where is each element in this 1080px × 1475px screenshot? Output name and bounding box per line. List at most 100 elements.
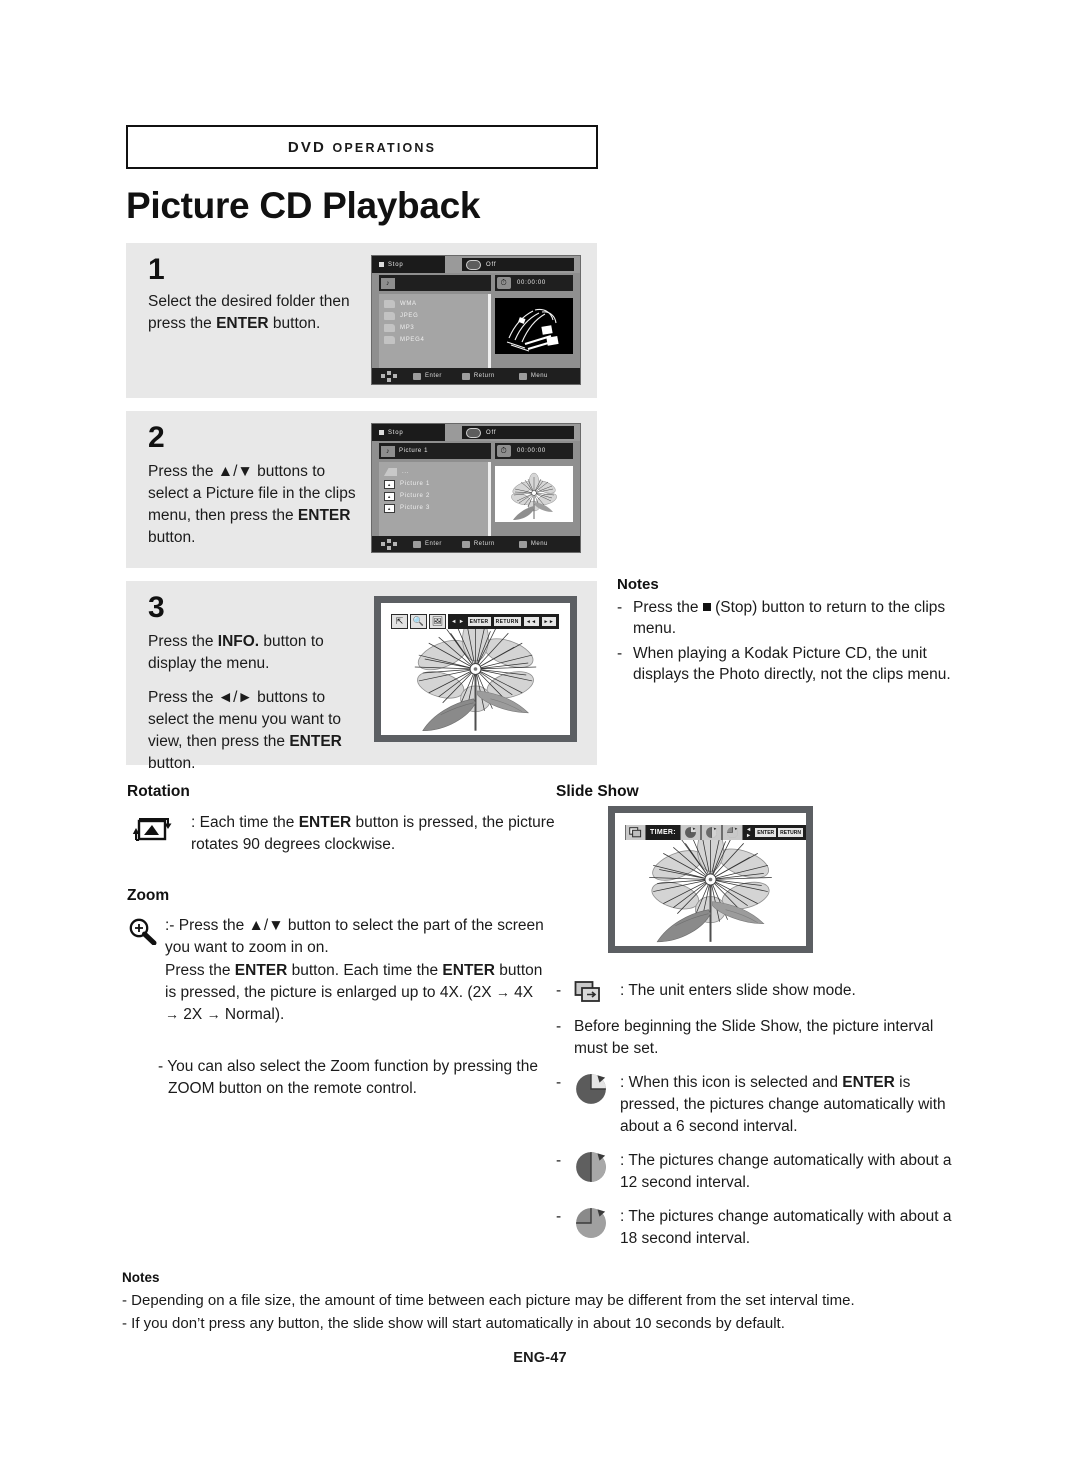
clock-icon: ⏱ [497, 445, 511, 457]
dpad-icon [381, 370, 397, 382]
zoom-icon [129, 918, 157, 946]
notes-title: Notes [122, 1270, 160, 1285]
note-text: - If you don’t press any button, the sli… [122, 1314, 785, 1332]
pie-6s-glyph [685, 827, 696, 838]
slideshow-item-text: : The pictures change automatically with… [620, 1152, 952, 1191]
photo-inner: ⇱ 🔍 🖼 ◄ ► ENTER RETURN ◄◄ ►► [381, 603, 570, 735]
stop-square-icon [702, 603, 711, 611]
step-panel-2: 2 Press the ▲/▼ buttons to select a Pict… [126, 411, 597, 568]
info-overlay-toolbar[interactable]: ⇱ 🔍 🖼 ◄ ► ENTER RETURN ◄◄ ►► [391, 614, 560, 629]
enter-button[interactable]: ENTER [755, 828, 777, 837]
list-item[interactable]: WMA [384, 298, 488, 310]
osd-time-field: ⏱ 00:00:00 [495, 275, 573, 291]
osd-menu-hint[interactable]: Menu [518, 540, 548, 548]
list-item[interactable]: MP3 [384, 322, 488, 334]
timer-6s-icon[interactable] [679, 825, 701, 840]
slideshow-item-text: : The pictures change automatically with… [620, 1208, 952, 1247]
menu-key-icon [518, 540, 527, 548]
return-button[interactable]: RETURN [493, 617, 521, 626]
osd-preview-thumbnail [495, 466, 573, 522]
osd-title-label: Picture 1 [399, 448, 429, 454]
manual-page: DVD OPERATIONS Picture CD Playback 1 Sel… [0, 0, 1080, 1475]
step-2-line: Press the ▲/▼ buttons to select a Pictur… [148, 463, 356, 546]
dpad-icon [381, 538, 397, 550]
enter-key-icon [413, 372, 421, 380]
photo-frame-step3: ⇱ 🔍 🖼 ◄ ► ENTER RETURN ◄◄ ►► [374, 596, 577, 742]
bullet-dash: - [617, 644, 623, 662]
enter-key-icon [413, 540, 421, 548]
zoom-block: :- Press the ▲/▼ button to select the pa… [127, 915, 547, 1027]
step-text-2: Press the ▲/▼ buttons to select a Pictur… [148, 461, 363, 549]
return-key-icon [461, 540, 470, 548]
skip-next-button[interactable]: ►► [541, 617, 557, 626]
rotate-icon[interactable]: ⇱ [391, 614, 408, 629]
list-item[interactable]: ▲ Picture 2 [384, 490, 488, 502]
osd-file-list[interactable]: ... ▲ Picture 1 ▲ Picture 2 ▲ Picture 3 [379, 462, 491, 540]
step-text-3: Press the INFO. button to display the me… [148, 631, 363, 775]
step-1-line: Select the desired folder then press the… [148, 293, 350, 332]
page-footer: ENG-47 [513, 1350, 567, 1366]
slideshow-item: - : The unit enters slide show mode. [556, 980, 956, 1004]
section-header-box: DVD OPERATIONS [126, 125, 598, 169]
note-text: Press the (Stop) button to return to the… [633, 599, 946, 638]
timer-6s-icon [574, 1072, 620, 1106]
skip-prev-button[interactable]: ◄◄ [523, 617, 539, 626]
osd-return-hint[interactable]: Return [461, 540, 495, 548]
slideshow-icon [574, 980, 620, 1004]
note-text: - Depending on a file size, the amount o… [122, 1292, 855, 1309]
list-item[interactable]: ▲ Picture 1 [384, 478, 488, 490]
return-button[interactable]: RETURN [778, 828, 803, 837]
step-3-line-1: Press the INFO. button to display the me… [148, 633, 324, 672]
osd-repeat: Off [462, 258, 574, 271]
slideshow-key-hints: ◄ ► ENTER RETURN [742, 825, 806, 840]
bullet-dash: - [556, 1152, 562, 1169]
timer-label: TIMER: [646, 825, 680, 840]
slideshow-item-text: : When this icon is selected and ENTER i… [620, 1074, 946, 1135]
step-3-line-2: Press the ◄/► buttons to select the menu… [148, 689, 342, 772]
bullet-dash: - [556, 982, 562, 999]
notes-bottom-block: Notes - Depending on a file size, the am… [122, 1270, 962, 1335]
osd-screen-step2: Stop Off ♪ Picture 1 ⏱ 00:00:00 ... ▲ Pi… [371, 423, 581, 553]
list-item[interactable]: ▲ Picture 3 [384, 502, 488, 514]
timer-12s-icon[interactable] [700, 825, 722, 840]
rotation-text: : Each time the ENTER button is pressed,… [191, 814, 555, 853]
osd-screen-step1: Stop Off ♪ ⏱ 00:00:00 WMA JPEG MP3 MPEG4… [371, 255, 581, 385]
repeat-icon [466, 259, 481, 270]
slideshow-item-text: : The unit enters slide show mode. [620, 982, 856, 999]
list-item-parent[interactable]: ... [384, 466, 488, 478]
enter-button[interactable]: ENTER [467, 617, 491, 626]
osd-time-label: 00:00:00 [517, 448, 546, 454]
overlay-key-hints: ◄ ► ENTER RETURN ◄◄ ►► [448, 614, 560, 629]
step-number-1: 1 [148, 253, 165, 286]
osd-repeat: Off [462, 426, 574, 439]
list-item[interactable]: MPEG4 [384, 334, 488, 346]
timer-toolbar[interactable]: TIMER: ◄ ► ENTER RETURN [625, 825, 806, 840]
osd-bottom-bar: Enter Return Menu [372, 536, 580, 552]
timer-12s-icon [574, 1150, 620, 1184]
slideshow-icon[interactable] [625, 825, 646, 840]
osd-repeat-label: Off [486, 261, 497, 268]
nav-arrows-label: ◄ ► [745, 826, 752, 839]
osd-enter-hint[interactable]: Enter [413, 372, 442, 380]
osd-enter-hint[interactable]: Enter [413, 540, 442, 548]
slideshow-heading: Slide Show [556, 783, 639, 800]
folder-icon [384, 300, 395, 308]
list-item[interactable]: JPEG [384, 310, 488, 322]
folder-icon [384, 324, 395, 332]
slideshow-item: - : The pictures change automatically wi… [556, 1206, 956, 1250]
osd-preview-thumbnail [495, 298, 573, 354]
osd-folder-list[interactable]: WMA JPEG MP3 MPEG4 [379, 294, 491, 372]
parent-folder-icon [384, 468, 397, 476]
bullet-dash: - [556, 1074, 562, 1091]
osd-return-hint[interactable]: Return [461, 372, 495, 380]
slideshow-item-list: - : The unit enters slide show mode. - B… [556, 980, 956, 1262]
rotation-icon-wrap [127, 812, 191, 849]
osd-menu-hint[interactable]: Menu [518, 372, 548, 380]
osd-top-bar: Stop Off [372, 256, 580, 273]
slideshow-icon[interactable]: 🖼 [429, 614, 446, 629]
clock-icon: ⏱ [497, 277, 511, 289]
zoom-icon[interactable]: 🔍 [410, 614, 427, 629]
zoom-icon-wrap [127, 915, 165, 950]
timer-18s-icon[interactable] [721, 825, 743, 840]
picture-file-icon: ▲ [384, 503, 395, 513]
